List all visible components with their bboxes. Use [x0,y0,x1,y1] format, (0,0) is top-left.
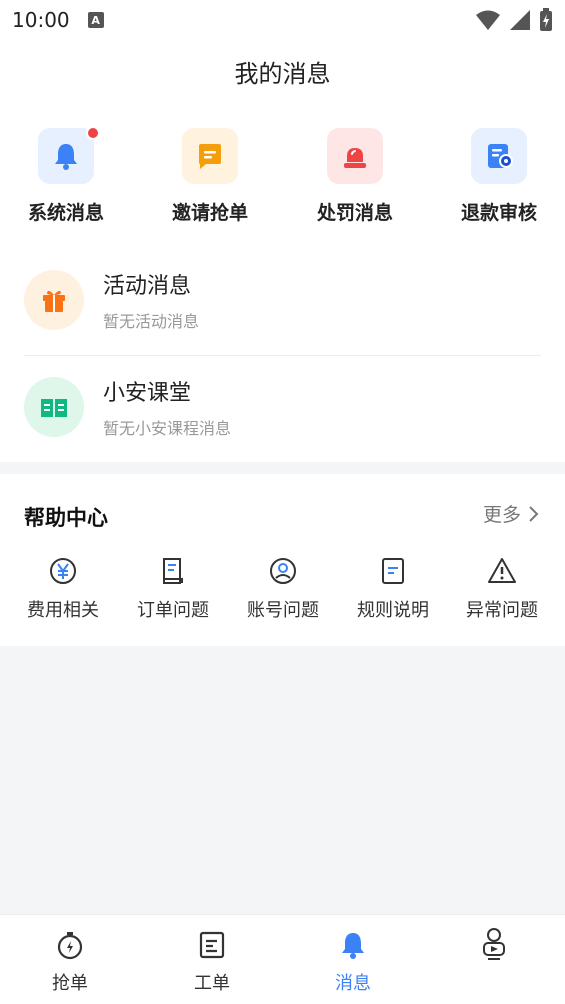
bell-icon [342,933,364,959]
user-circle-icon [270,558,296,584]
help-item-label: 异常问题 [466,600,538,621]
help-item-rules[interactable]: 规则说明 [338,556,448,622]
wifi-icon [476,10,500,30]
unread-badge [86,126,100,140]
profile-icon [483,928,505,960]
activity-avatar [24,270,84,330]
list-item-classroom[interactable]: 小安课堂 暂无小安课程消息 [24,357,541,457]
chat-icon [199,144,221,169]
bottom-tab-bar: 抢单 工单 消息 [0,914,565,1004]
gift-icon [43,290,65,312]
yen-icon [50,558,76,584]
tab-work-order[interactable]: 工单 [162,929,262,995]
quick-actions: 系统消息 邀请抢单 处罚消息 退款审核 [0,126,565,228]
activity-text: 活动消息 暂无活动消息 [103,268,199,332]
message-title: 小安课堂 [103,381,192,406]
help-item-label: 规则说明 [357,600,429,621]
classroom-text: 小安课堂 暂无小安课程消息 [103,375,231,439]
quick-action-label: 退款审核 [460,202,537,224]
signal-icon [510,10,530,30]
status-time: 10:00 [12,8,70,32]
stopwatch-icon [57,932,83,960]
system-message-icon-box [38,126,100,184]
tab-label: 抢单 [52,973,88,994]
message-subtitle: 暂无小安课程消息 [103,419,232,438]
status-icons [475,8,553,32]
tab-messages[interactable]: 消息 [303,929,403,995]
help-item-fees[interactable]: 费用相关 [8,556,118,622]
more-link[interactable]: 更多 [483,500,539,527]
worksheet-icon [199,931,225,959]
classroom-avatar [24,377,84,437]
tab-grab-order[interactable]: 抢单 [20,929,120,995]
quick-action-refund[interactable]: 退款审核 [439,128,559,225]
tab-label: 工单 [194,973,230,994]
help-item-exceptions[interactable]: 异常问题 [447,556,557,622]
invite-icon-box [182,128,238,184]
help-item-account[interactable]: 账号问题 [228,556,338,622]
bell-icon [55,144,77,170]
quick-action-invite[interactable]: 邀请抢单 [150,128,270,225]
book-icon [41,399,67,417]
tab-label: 消息 [335,973,371,994]
alarm-icon [344,148,366,168]
help-center-title: 帮助中心 [24,506,108,530]
quick-action-label: 邀请抢单 [171,202,248,224]
message-title: 活动消息 [103,274,192,299]
status-bar: 10:00 A [0,0,565,40]
tab-profile[interactable] [444,928,544,969]
more-label: 更多 [482,504,521,526]
page-title: 我的消息 [234,60,331,88]
help-item-label: 账号问题 [247,600,319,621]
chevron-right-icon [529,505,539,522]
penalty-icon-box [327,128,383,184]
notification-a-icon: A [87,12,104,28]
message-subtitle: 暂无活动消息 [103,312,200,331]
document-icon [163,558,183,584]
list-item-activity[interactable]: 活动消息 暂无活动消息 [24,250,541,350]
messages-panel: 我的消息 系统消息 邀请抢单 处罚消息 退款审核 活动消息 暂无活动消息 小安课… [0,40,565,462]
warning-icon [488,558,516,583]
rules-icon [382,558,404,584]
help-center: 帮助中心 更多 费用相关 订单问题 账号问题 规则说明 异常问题 [0,474,565,646]
quick-action-system[interactable]: 系统消息 [6,126,126,225]
quick-action-penalty[interactable]: 处罚消息 [295,128,415,225]
refund-icon [488,144,513,168]
help-item-label: 订单问题 [137,600,209,621]
refund-icon-box [471,128,527,184]
battery-icon [540,8,552,31]
quick-action-label: 系统消息 [27,202,104,224]
help-item-label: 费用相关 [27,600,99,621]
quick-action-label: 处罚消息 [316,202,393,224]
help-item-orders[interactable]: 订单问题 [118,556,228,622]
divider [24,355,541,356]
